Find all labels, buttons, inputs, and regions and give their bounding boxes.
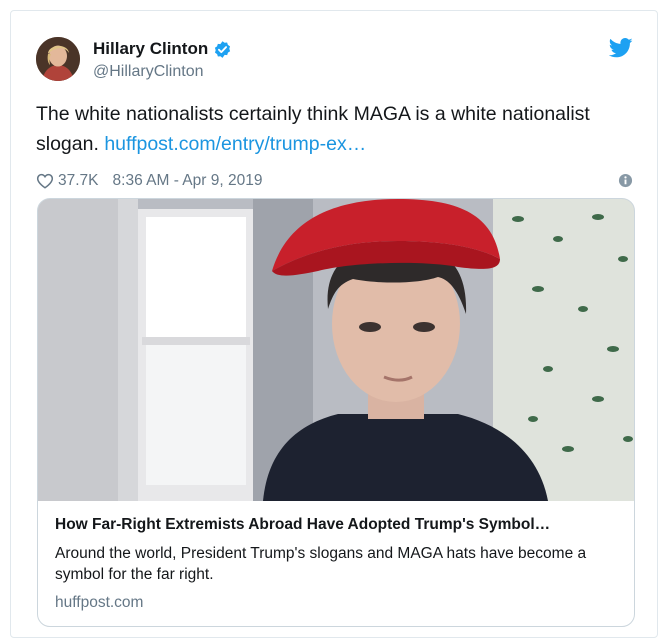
tweet-embed: Hillary Clinton @HillaryClinton The whit…	[10, 10, 658, 638]
user-handle[interactable]: @HillaryClinton	[93, 63, 232, 81]
card-image[interactable]	[38, 199, 634, 501]
card-title[interactable]: How Far-Right Extremists Abroad Have Ado…	[55, 515, 618, 535]
like-count[interactable]: 37.7K	[58, 172, 99, 190]
twitter-bird-icon[interactable]	[608, 38, 633, 58]
avatar[interactable]	[36, 37, 80, 81]
link-card[interactable]: How Far-Right Extremists Abroad Have Ado…	[37, 198, 635, 627]
timestamp[interactable]: 8:36 AM - Apr 9, 2019	[113, 172, 263, 190]
verified-badge-icon	[213, 40, 232, 59]
tweet-meta: 37.7K 8:36 AM - Apr 9, 2019	[36, 170, 633, 192]
display-name[interactable]: Hillary Clinton	[93, 39, 208, 59]
heart-icon[interactable]	[36, 172, 54, 190]
info-icon[interactable]	[618, 173, 633, 188]
card-body: How Far-Right Extremists Abroad Have Ado…	[55, 515, 618, 612]
tweet-header: Hillary Clinton @HillaryClinton	[36, 34, 637, 86]
card-domain: huffpost.com	[55, 594, 144, 611]
card-description: Around the world, President Trump's slog…	[55, 545, 587, 583]
tweet-text: The white nationalists certainly think M…	[36, 99, 636, 159]
user-names: Hillary Clinton @HillaryClinton	[93, 38, 232, 81]
tweet-link[interactable]: huffpost.com/entry/trump-ex…	[104, 133, 366, 155]
